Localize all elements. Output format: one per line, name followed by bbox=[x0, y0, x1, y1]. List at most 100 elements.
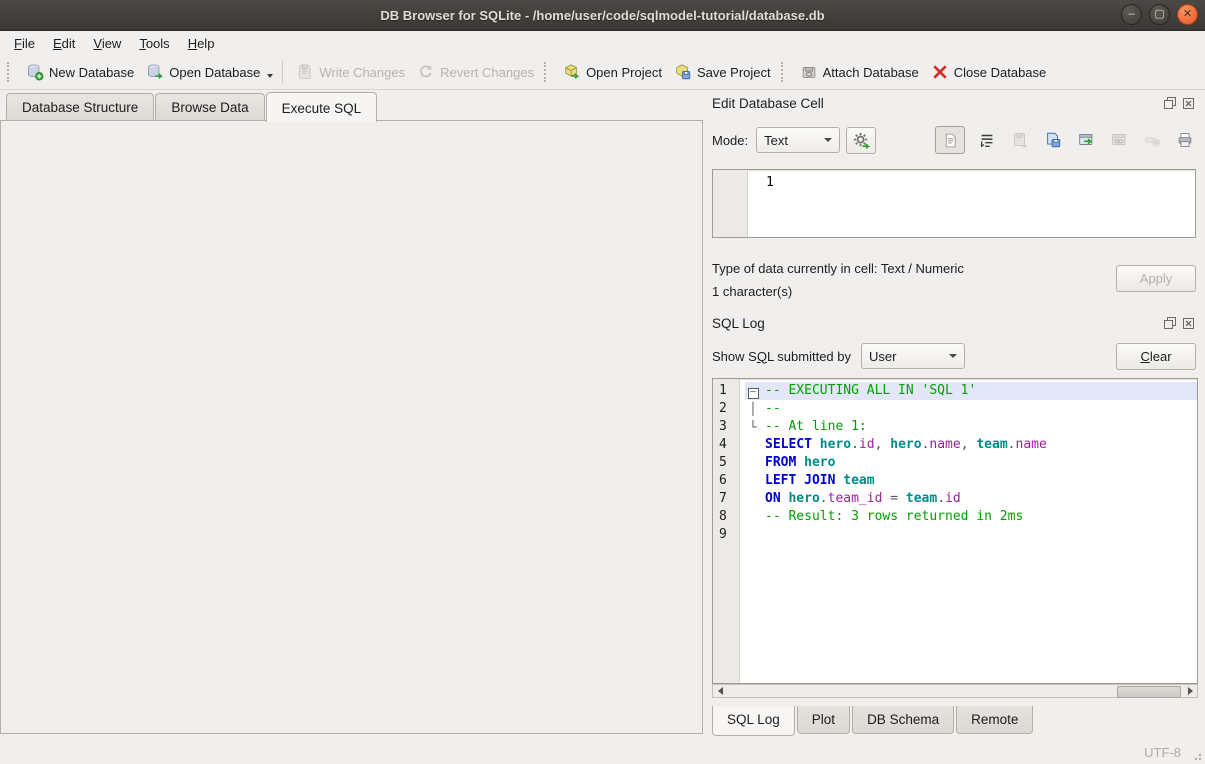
line-number: 3 bbox=[713, 418, 745, 436]
line-number: 6 bbox=[713, 472, 745, 490]
cell-editor-toolbar bbox=[935, 126, 1196, 154]
menu-view[interactable]: View bbox=[84, 33, 130, 54]
toolbar-drag-handle[interactable] bbox=[544, 62, 551, 82]
left-pane: Database StructureBrowse DataExecute SQL bbox=[0, 89, 704, 740]
line-number: 8 bbox=[713, 508, 745, 526]
minimize-button[interactable]: – bbox=[1121, 4, 1142, 25]
write-changes-button[interactable]: Write Changes bbox=[290, 60, 411, 84]
open-project-button[interactable]: Open Project bbox=[557, 60, 668, 84]
line-number: 4 bbox=[713, 436, 745, 454]
word-wrap-icon[interactable] bbox=[976, 129, 998, 151]
toolbar-drag-handle[interactable] bbox=[7, 62, 14, 82]
save-project-button[interactable]: Save Project bbox=[668, 60, 777, 84]
fold-margin bbox=[745, 472, 761, 490]
line-number: 7 bbox=[713, 490, 745, 508]
scrollbar-thumb[interactable] bbox=[1117, 686, 1181, 698]
save-as-file-icon[interactable] bbox=[1042, 129, 1064, 151]
set-null-icon[interactable] bbox=[1141, 129, 1163, 151]
execute-sql-pane bbox=[0, 120, 703, 734]
float-panel-icon[interactable] bbox=[1162, 96, 1177, 111]
sql-log-header: SQL Log bbox=[712, 313, 1196, 333]
title-bar[interactable]: DB Browser for SQLite - /home/user/code/… bbox=[0, 0, 1205, 31]
open-database-dropdown[interactable] bbox=[267, 74, 273, 78]
horizontal-scrollbar[interactable] bbox=[712, 684, 1198, 698]
mode-select[interactable]: Text bbox=[756, 127, 840, 153]
sql-log-title: SQL Log bbox=[712, 316, 1162, 331]
fold-margin bbox=[745, 508, 761, 526]
line-number: 5 bbox=[713, 454, 745, 472]
attach-database-button[interactable]: Attach Database bbox=[794, 60, 925, 84]
chevron-down-icon bbox=[949, 354, 957, 358]
open-database-icon bbox=[146, 63, 164, 81]
menu-bar: File Edit View Tools Help bbox=[0, 31, 1205, 55]
apply-mode-button[interactable] bbox=[846, 127, 876, 154]
new-database-button[interactable]: New Database bbox=[20, 60, 140, 84]
text-document-icon[interactable] bbox=[935, 126, 965, 154]
main-tab-bar: Database StructureBrowse DataExecute SQL bbox=[6, 91, 378, 121]
menu-edit[interactable]: Edit bbox=[44, 33, 84, 54]
log-line: 1–-- EXECUTING ALL IN 'SQL 1' bbox=[713, 382, 1197, 400]
menu-help[interactable]: Help bbox=[179, 33, 224, 54]
toolbar-drag-handle[interactable] bbox=[781, 62, 788, 82]
write-changes-icon bbox=[296, 63, 314, 81]
edit-cell-title: Edit Database Cell bbox=[712, 96, 1162, 111]
tab-browse-data[interactable]: Browse Data bbox=[155, 93, 264, 121]
filter-label: Show SQL submitted by bbox=[712, 349, 851, 364]
print-icon[interactable] bbox=[1174, 129, 1196, 151]
dock-tab-sql-log[interactable]: SQL Log bbox=[712, 706, 795, 736]
close-panel-icon[interactable] bbox=[1181, 96, 1196, 111]
mode-label: Mode: bbox=[712, 133, 748, 148]
open-database-button[interactable]: Open Database bbox=[140, 60, 266, 84]
close-button[interactable]: ✕ bbox=[1177, 4, 1198, 25]
link-icon[interactable] bbox=[1108, 129, 1130, 151]
window-controls: – ▢ ✕ bbox=[1121, 4, 1198, 25]
log-line: 7ON hero.team_id = team.id bbox=[713, 490, 1197, 508]
menu-tools[interactable]: Tools bbox=[130, 33, 178, 54]
fold-margin: │ bbox=[745, 400, 761, 418]
fold-margin bbox=[745, 454, 761, 472]
maximize-button[interactable]: ▢ bbox=[1149, 4, 1170, 25]
encoding-indicator[interactable]: UTF-8 bbox=[1144, 745, 1181, 760]
float-panel-icon[interactable] bbox=[1162, 316, 1177, 331]
dock-tab-remote[interactable]: Remote bbox=[956, 706, 1033, 734]
open-external-icon[interactable] bbox=[1075, 129, 1097, 151]
cell-value-editor[interactable]: 1 1 bbox=[712, 169, 1196, 238]
cell-char-count: 1 character(s) bbox=[712, 280, 1072, 303]
cell-mode-row: Mode: Text bbox=[712, 125, 1196, 155]
scrollbar-track[interactable] bbox=[727, 685, 1183, 697]
right-dock: Edit Database Cell Mode: Text bbox=[704, 89, 1205, 740]
cell-type-info: Type of data currently in cell: Text / N… bbox=[712, 257, 1072, 303]
revert-changes-button[interactable]: Revert Changes bbox=[411, 60, 540, 84]
revert-changes-icon bbox=[417, 63, 435, 81]
resize-grip-icon[interactable] bbox=[1190, 749, 1202, 761]
tab-execute-sql[interactable]: Execute SQL bbox=[266, 92, 378, 122]
cell-type-text: Type of data currently in cell: Text / N… bbox=[712, 257, 1072, 280]
log-line: 6LEFT JOIN team bbox=[713, 472, 1197, 490]
scroll-left-icon[interactable] bbox=[713, 685, 727, 697]
tab-database-structure[interactable]: Database Structure bbox=[6, 93, 154, 121]
dock-tab-db-schema[interactable]: DB Schema bbox=[852, 706, 954, 734]
close-database-button[interactable]: Close Database bbox=[925, 60, 1053, 84]
clear-button[interactable]: Clear bbox=[1116, 343, 1196, 370]
fold-margin bbox=[745, 436, 761, 454]
menu-file[interactable]: File bbox=[5, 33, 44, 54]
close-panel-icon[interactable] bbox=[1181, 316, 1196, 331]
apply-button[interactable]: Apply bbox=[1116, 265, 1196, 292]
sql-log-view[interactable]: 1–-- EXECUTING ALL IN 'SQL 1'2│--3└-- At… bbox=[712, 378, 1198, 684]
window-title: DB Browser for SQLite - /home/user/code/… bbox=[380, 8, 824, 23]
dock-tab-plot[interactable]: Plot bbox=[797, 706, 850, 734]
main-content: Database StructureBrowse DataExecute SQL bbox=[0, 89, 1205, 740]
save-project-icon bbox=[674, 63, 692, 81]
log-line: 2│-- bbox=[713, 400, 1197, 418]
main-toolbar: New Database Open Database Write Changes… bbox=[0, 55, 1205, 90]
open-project-icon bbox=[563, 63, 581, 81]
edit-cell-header: Edit Database Cell bbox=[712, 93, 1196, 113]
log-line: 3└-- At line 1: bbox=[713, 418, 1197, 436]
close-database-icon bbox=[931, 63, 949, 81]
import-file-icon[interactable] bbox=[1009, 129, 1031, 151]
line-number: 2 bbox=[713, 400, 745, 418]
toolbar-separator bbox=[282, 61, 283, 83]
scroll-right-icon[interactable] bbox=[1183, 685, 1197, 697]
submitted-by-select[interactable]: User bbox=[861, 343, 965, 369]
fold-marker-icon[interactable]: – bbox=[745, 382, 761, 400]
